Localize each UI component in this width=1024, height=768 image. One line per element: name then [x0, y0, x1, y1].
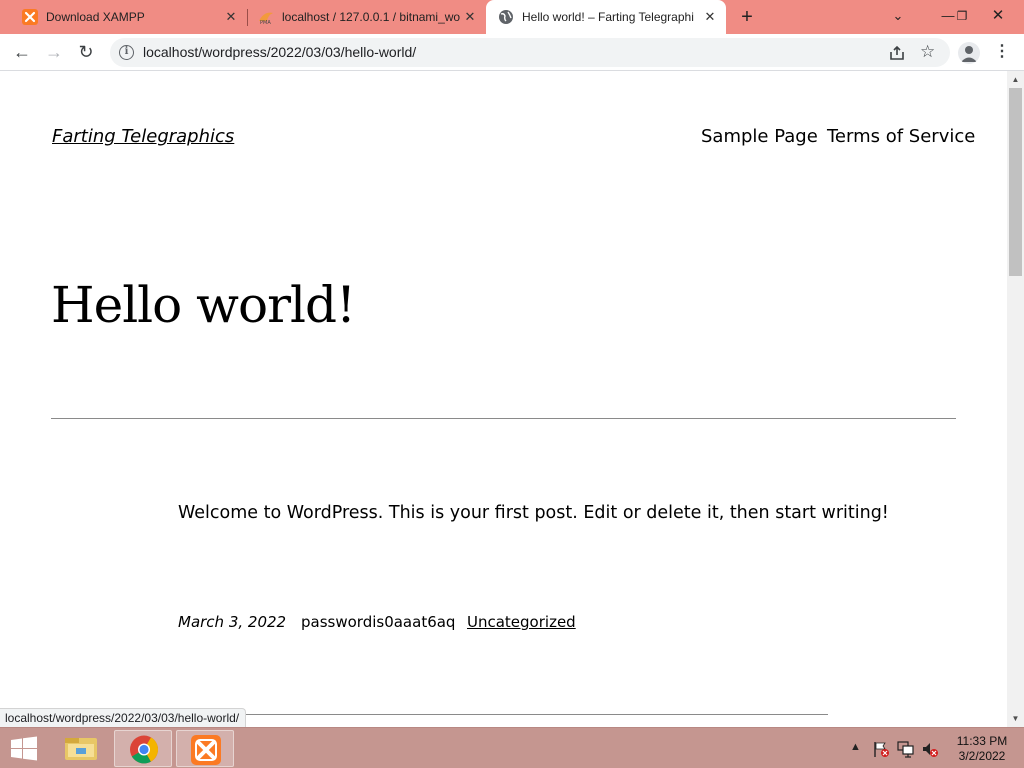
- scrollbar-thumb[interactable]: [1009, 88, 1022, 276]
- post-content: Welcome to WordPress. This is your first…: [178, 503, 889, 523]
- action-center-flag-icon[interactable]: [872, 740, 890, 758]
- more-menu-icon[interactable]: ⋮: [994, 40, 1010, 66]
- close-tab-icon[interactable]: ✕: [223, 9, 239, 25]
- volume-muted-icon[interactable]: [921, 740, 939, 758]
- close-tab-icon[interactable]: ✕: [702, 9, 718, 25]
- link-status-bubble: localhost/wordpress/2022/03/03/hello-wor…: [0, 708, 247, 727]
- tab-hello-world[interactable]: Hello world! – Farting Telegraphi ✕: [486, 0, 726, 34]
- taskbar-chrome[interactable]: [114, 730, 172, 767]
- restore-icon[interactable]: ❐: [948, 2, 976, 30]
- window-close-icon[interactable]: ✕: [984, 2, 1012, 30]
- tab-title: localhost / 127.0.0.1 / bitnami_wo: [282, 10, 461, 24]
- close-tab-icon[interactable]: ✕: [462, 9, 478, 25]
- nav-sample-page[interactable]: Sample Page: [701, 126, 818, 147]
- profile-avatar-icon[interactable]: [958, 42, 980, 64]
- phpmyadmin-icon: PMA: [259, 12, 273, 25]
- share-icon[interactable]: [888, 44, 906, 62]
- post-author: passwordis0aaat6aq: [301, 613, 456, 631]
- forward-icon[interactable]: →: [40, 38, 68, 66]
- site-title-link[interactable]: Farting Telegraphics: [52, 126, 234, 147]
- page-viewport: Farting Telegraphics Sample Page Terms o…: [0, 71, 1007, 727]
- post-date[interactable]: March 3, 2022: [178, 613, 286, 631]
- file-explorer-icon: [65, 738, 97, 760]
- nav-terms-of-service[interactable]: Terms of Service: [827, 126, 975, 147]
- post-category-link[interactable]: Uncategorized: [467, 613, 576, 631]
- tab-title: Download XAMPP: [46, 10, 145, 24]
- xampp-icon: [191, 735, 221, 765]
- address-bar[interactable]: i localhost/wordpress/2022/03/03/hello-w…: [110, 38, 950, 67]
- bookmark-star-icon[interactable]: ☆: [920, 42, 935, 62]
- site-info-icon[interactable]: i: [119, 45, 134, 60]
- address-url[interactable]: localhost/wordpress/2022/03/03/hello-wor…: [143, 44, 416, 60]
- new-tab-button[interactable]: +: [734, 5, 760, 29]
- system-clock[interactable]: 11:33 PM 3/2/2022: [946, 734, 1018, 764]
- person-icon: [961, 46, 977, 62]
- browser-toolbar: ← → ↻ i localhost/wordpress/2022/03/03/h…: [0, 34, 1024, 71]
- divider: [51, 418, 956, 419]
- taskbar-xampp[interactable]: [176, 730, 234, 767]
- globe-icon: [499, 10, 513, 24]
- tab-phpmyadmin[interactable]: PMA localhost / 127.0.0.1 / bitnami_wo ✕: [248, 0, 486, 34]
- chrome-icon: [130, 735, 158, 764]
- xampp-icon: [22, 9, 38, 25]
- tab-search-icon[interactable]: ⌄: [884, 2, 912, 30]
- tab-title: Hello world! – Farting Telegraphi: [522, 10, 694, 24]
- show-hidden-icons[interactable]: ▲: [850, 741, 861, 768]
- windows-taskbar: ▲ 11:33 PM 3/2/2022: [0, 727, 1024, 768]
- reload-icon[interactable]: ↻: [72, 38, 100, 66]
- svg-text:PMA: PMA: [260, 20, 271, 25]
- start-button[interactable]: [0, 728, 48, 768]
- scroll-down-icon[interactable]: ▼: [1007, 710, 1024, 727]
- clock-time: 11:33 PM: [956, 734, 1008, 748]
- clock-date: 3/2/2022: [958, 749, 1006, 763]
- post-title: Hello world!: [51, 276, 356, 334]
- tab-download-xampp[interactable]: Download XAMPP ✕: [0, 0, 247, 34]
- scroll-up-icon[interactable]: ▲: [1007, 71, 1024, 88]
- back-icon[interactable]: ←: [8, 38, 36, 66]
- taskbar-file-explorer[interactable]: [52, 730, 110, 767]
- page-scrollbar[interactable]: ▲ ▼: [1007, 71, 1024, 727]
- tab-strip: Download XAMPP ✕ PMA localhost / 127.0.0…: [0, 0, 1024, 34]
- windows-logo-icon: [11, 736, 37, 761]
- network-icon[interactable]: [897, 740, 915, 758]
- divider: [178, 714, 828, 715]
